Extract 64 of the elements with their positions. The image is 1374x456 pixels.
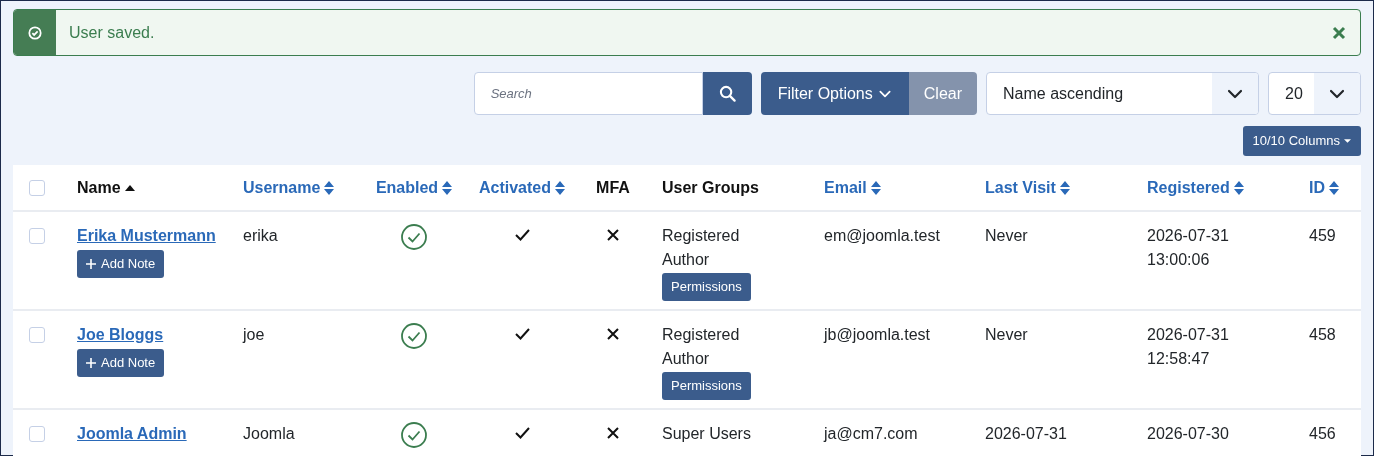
table-cell-text: 459 [1309, 226, 1337, 246]
table-cell-text: 2026-07-31 12:58:47 [1147, 325, 1230, 369]
table-cell-text: erika [243, 226, 279, 246]
plus-icon [86, 358, 96, 368]
permissions-button[interactable]: Permissions [662, 273, 751, 301]
user-group: Author [662, 248, 710, 272]
select-all-checkbox[interactable] [29, 179, 45, 196]
sort-icon [1233, 180, 1244, 195]
add-note-button[interactable]: Add Note [77, 349, 165, 377]
alert-text: User saved. [69, 22, 156, 43]
table-cell-text: Never [985, 325, 1029, 345]
sort-icon [442, 180, 453, 195]
caret-down-icon [1344, 139, 1351, 143]
user-name-link[interactable]: Joe Bloggs [77, 323, 164, 347]
user-group: Author [662, 347, 710, 371]
column-header: MFA [596, 177, 630, 198]
user-name-link[interactable]: Erika Mustermann [77, 224, 216, 248]
user-name-link[interactable]: Joomla Admin [77, 422, 187, 446]
table-cell-text: joe [243, 325, 266, 345]
search-icon [718, 85, 736, 102]
check-circle-icon [28, 25, 42, 40]
table-cell-text: ja@cm7.com [824, 424, 919, 444]
column-header[interactable]: Registered [1147, 175, 1244, 200]
user-group: Super Users [662, 422, 751, 446]
close-icon [1332, 25, 1346, 40]
user-group: Registered [662, 224, 740, 248]
row-checkbox[interactable] [29, 228, 45, 244]
column-header[interactable]: Email [824, 175, 881, 200]
column-header[interactable]: Enabled [375, 175, 453, 200]
row-checkbox[interactable] [29, 327, 45, 343]
sort-icon [870, 180, 881, 195]
column-header[interactable]: Last Visit [985, 175, 1070, 200]
sort-icon [1059, 180, 1070, 195]
search-button[interactable] [702, 72, 752, 115]
sort-icon [1329, 180, 1339, 195]
row-checkbox[interactable] [29, 426, 45, 442]
column-header: User Groups [662, 177, 759, 198]
limit-select[interactable]: 20 [1268, 72, 1361, 115]
filter-options-button[interactable]: Filter Options [760, 72, 909, 115]
table-cell-text: 456 [1309, 424, 1337, 444]
table-cell-text: 2026-07-31 [985, 424, 1068, 444]
sort-icon [555, 180, 565, 195]
search-field[interactable]: Search [473, 72, 703, 115]
table-cell-text: 2026-07-31 13:00:06 [1147, 226, 1230, 270]
table-cell-text: jb@joomla.test [824, 325, 932, 345]
column-header[interactable]: Activated [479, 175, 565, 200]
user-group: Registered [662, 323, 740, 347]
permissions-button[interactable]: Permissions [662, 372, 751, 400]
sort-up-icon [124, 184, 135, 191]
table-cell-text: Joomla [243, 424, 296, 444]
plus-icon [86, 259, 96, 269]
close-button[interactable] [1332, 25, 1346, 40]
clear-button[interactable]: Clear [908, 72, 977, 115]
table-cell-text: 2026-07-30 [1147, 424, 1230, 444]
column-header[interactable]: Username [243, 175, 335, 200]
column-header[interactable]: Name [77, 175, 135, 200]
add-note-button[interactable]: Add Note [77, 250, 165, 278]
table-cell-text: Never [985, 226, 1029, 246]
sort-icon [324, 180, 335, 195]
column-header[interactable]: ID [1309, 175, 1339, 200]
ordering-select[interactable]: Name ascending [986, 72, 1259, 115]
columns-button[interactable]: 10/10 Columns [1242, 126, 1361, 156]
table-cell-text: em@joomla.test [824, 226, 941, 246]
table-cell-text: 458 [1309, 325, 1337, 345]
